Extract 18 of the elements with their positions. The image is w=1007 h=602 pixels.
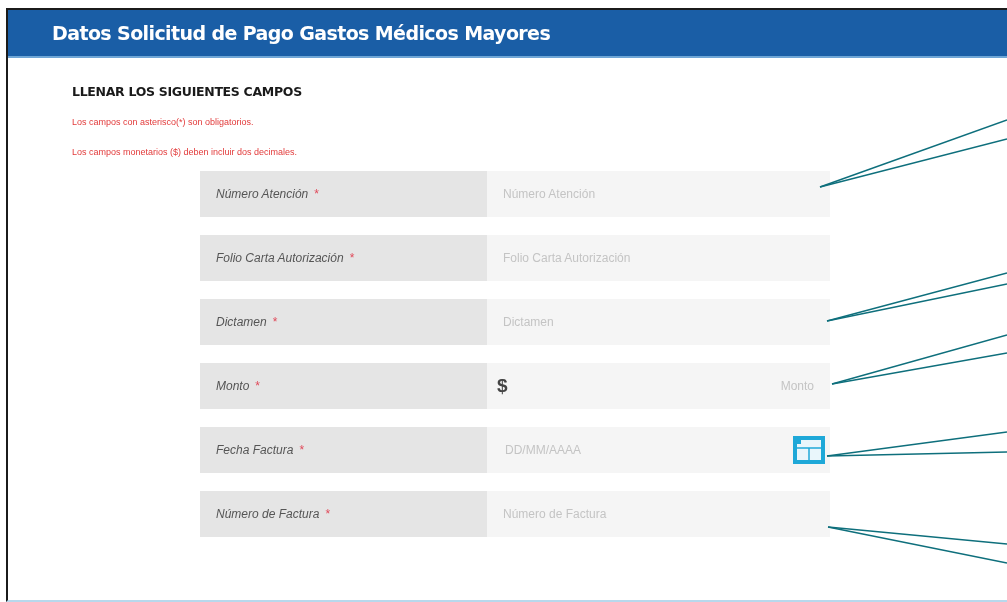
currency-symbol: $ — [497, 375, 508, 397]
required-note: Los campos con asterisco(*) son obligatorios. — [72, 117, 255, 127]
page-title: Datos Solicitud de Pago Gastos Médicos Mayores — [52, 22, 551, 44]
section-heading: LLENAR LOS SIGUIENTES CAMPOS — [72, 84, 303, 99]
field-label: Dictamen — [216, 315, 267, 329]
required-asterisk: * — [255, 379, 261, 393]
field-label: Número Atención — [216, 187, 309, 201]
field-label: Fecha Factura — [216, 443, 294, 457]
field-label: Monto — [216, 379, 250, 393]
required-asterisk: * — [314, 187, 319, 201]
field-label: Número de Factura — [216, 507, 320, 521]
calendar-icon[interactable] — [792, 435, 826, 465]
required-asterisk: * — [272, 315, 278, 329]
required-asterisk: * — [325, 507, 331, 521]
required-asterisk: * — [299, 443, 305, 457]
required-asterisk: * — [349, 251, 355, 265]
required-note: Los campos monetarios ($) deben incluir dos decimales. — [72, 147, 299, 157]
field-label: Folio Carta Autorización — [216, 251, 344, 265]
